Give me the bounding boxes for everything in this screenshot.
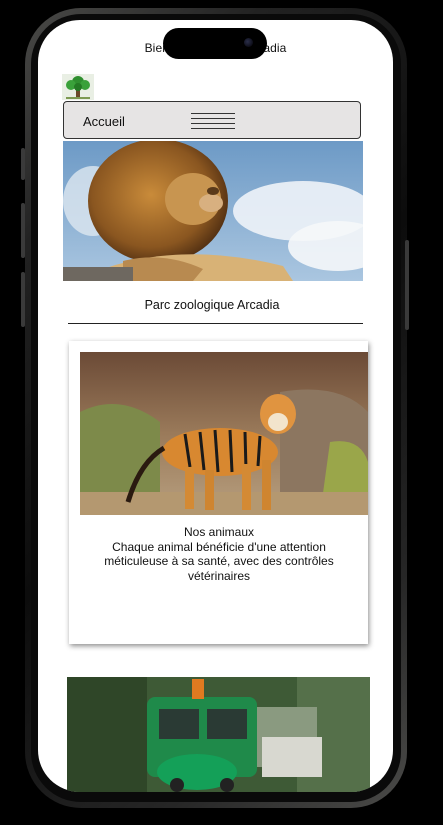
action-button [21, 148, 25, 180]
animals-card[interactable]: Nos animaux Chaque animal bénéficie d'un… [69, 341, 368, 644]
volume-down-button [21, 272, 25, 327]
tiger-image [80, 352, 368, 515]
hamburger-icon[interactable] [191, 113, 235, 133]
navbar: Accueil [63, 101, 361, 139]
card-title: Nos animaux [183, 525, 255, 539]
power-button [405, 240, 409, 330]
card-text: Nos animaux Chaque animal bénéficie d'un… [94, 525, 344, 583]
camera-icon [244, 38, 253, 47]
train-image [67, 677, 370, 792]
tree-logo-icon[interactable] [62, 74, 94, 100]
card-description: Chaque animal bénéficie d'une attention … [104, 539, 334, 583]
dynamic-island [163, 28, 267, 59]
volume-up-button [21, 203, 25, 258]
nav-home-link[interactable]: Accueil [83, 114, 125, 129]
site-title: Parc zoologique Arcadia [144, 298, 280, 312]
hero-lion-image [63, 141, 363, 281]
section-divider [68, 323, 363, 324]
phone-screen: Bienvenue au zoo Arcadia Accueil [38, 20, 393, 792]
